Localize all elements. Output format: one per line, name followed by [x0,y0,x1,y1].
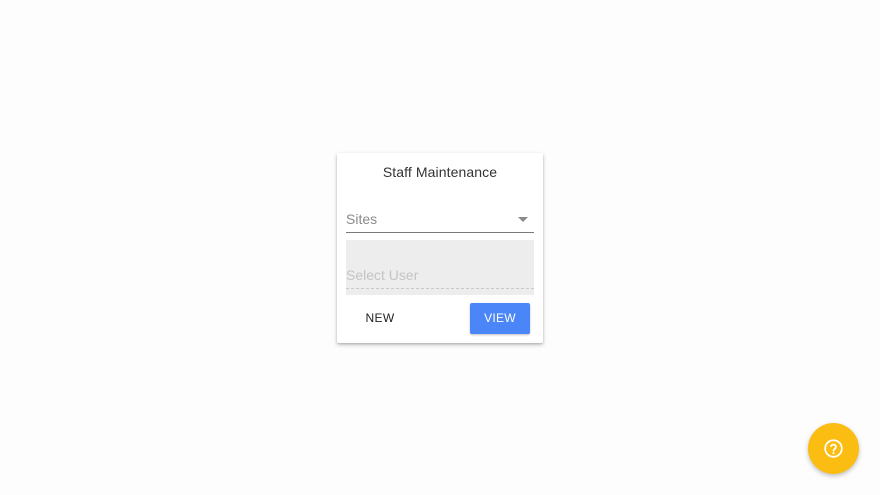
help-circle-icon [824,439,843,458]
sites-select[interactable]: Sites [346,206,534,233]
select-user-field: Select User [346,240,534,295]
dropdown-caret-icon [518,217,528,222]
sites-select-label: Sites [346,211,378,227]
select-user-underline [346,288,534,289]
staff-maintenance-card: Staff Maintenance Sites Select User NEW … [337,153,543,343]
new-button[interactable]: NEW [352,303,408,334]
view-button[interactable]: VIEW [470,303,530,334]
select-user-label: Select User [346,267,419,283]
help-fab-button[interactable] [808,423,859,474]
card-title: Staff Maintenance [382,164,498,180]
